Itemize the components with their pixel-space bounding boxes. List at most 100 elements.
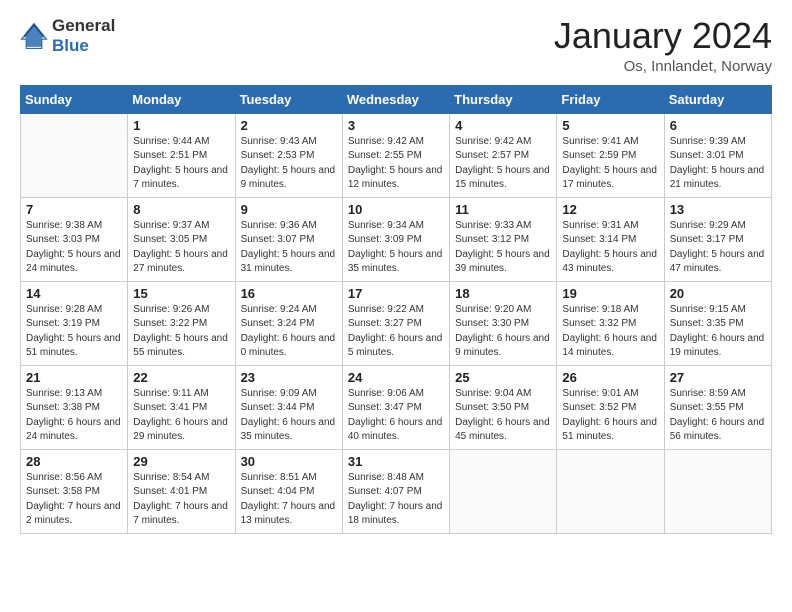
day-number: 21 bbox=[26, 370, 122, 385]
calendar-row-4: 21 Sunrise: 9:13 AMSunset: 3:38 PMDayligh… bbox=[21, 365, 772, 449]
logo-icon bbox=[20, 22, 48, 50]
day-number: 29 bbox=[133, 454, 229, 469]
cell-content: Sunrise: 9:11 AMSunset: 3:41 PMDaylight:… bbox=[133, 387, 229, 445]
cell-content: Sunrise: 8:54 AMSunset: 4:01 PMDaylight:… bbox=[133, 471, 229, 529]
calendar-cell: 3 Sunrise: 9:42 AMSunset: 2:55 PMDaylight… bbox=[342, 113, 449, 197]
cell-content: Sunrise: 9:06 AMSunset: 3:47 PMDaylight:… bbox=[348, 387, 444, 445]
cell-content: Sunrise: 9:44 AMSunset: 2:51 PMDaylight:… bbox=[133, 135, 229, 193]
cell-content: Sunrise: 9:37 AMSunset: 3:05 PMDaylight:… bbox=[133, 219, 229, 277]
calendar-row-3: 14 Sunrise: 9:28 AMSunset: 3:19 PMDayligh… bbox=[21, 281, 772, 365]
weekday-header-tuesday: Tuesday bbox=[235, 85, 342, 113]
cell-content: Sunrise: 9:13 AMSunset: 3:38 PMDaylight:… bbox=[26, 387, 122, 445]
calendar-cell: 23Sunrise: 9:09 AMSunset: 3:44 PMDayligh… bbox=[235, 365, 342, 449]
calendar-cell: 17Sunrise: 9:22 AMSunset: 3:27 PMDayligh… bbox=[342, 281, 449, 365]
cell-content: Sunrise: 9:31 AMSunset: 3:14 PMDaylight:… bbox=[562, 219, 658, 277]
day-number: 25 bbox=[455, 370, 551, 385]
calendar-cell: 31 Sunrise: 8:48 AMSunset: 4:07 PMDayligh… bbox=[342, 449, 449, 533]
calendar-cell: 22 Sunrise: 9:11 AMSunset: 3:41 PMDayligh… bbox=[128, 365, 235, 449]
logo-blue: Blue bbox=[52, 36, 115, 56]
weekday-header-saturday: Saturday bbox=[664, 85, 771, 113]
day-number: 15 bbox=[133, 286, 229, 301]
calendar-cell: 21 Sunrise: 9:13 AMSunset: 3:38 PMDayligh… bbox=[21, 365, 128, 449]
logo-general: General bbox=[52, 16, 115, 36]
day-number: 18 bbox=[455, 286, 551, 301]
calendar-cell: 12 Sunrise: 9:31 AMSunset: 3:14 PMDayligh… bbox=[557, 197, 664, 281]
calendar-title: January 2024 bbox=[554, 16, 772, 56]
day-number: 13 bbox=[670, 202, 766, 217]
calendar-cell bbox=[664, 449, 771, 533]
day-number: 19 bbox=[562, 286, 658, 301]
cell-content: Sunrise: 8:56 AMSunset: 3:58 PMDaylight:… bbox=[26, 471, 122, 529]
cell-content: Sunrise: 9:39 AMSunset: 3:01 PMDaylight:… bbox=[670, 135, 766, 193]
cell-content: Sunrise: 9:18 AMSunset: 3:32 PMDaylight:… bbox=[562, 303, 658, 361]
page: General Blue January 2024 Os, Innlandet,… bbox=[0, 0, 792, 612]
day-number: 31 bbox=[348, 454, 444, 469]
calendar-cell: 25 Sunrise: 9:04 AMSunset: 3:50 PMDayligh… bbox=[450, 365, 557, 449]
cell-content: Sunrise: 9:43 AMSunset: 2:53 PMDaylight:… bbox=[241, 135, 337, 193]
day-number: 3 bbox=[348, 118, 444, 133]
calendar-cell: 26 Sunrise: 9:01 AMSunset: 3:52 PMDayligh… bbox=[557, 365, 664, 449]
calendar-cell bbox=[450, 449, 557, 533]
day-number: 11 bbox=[455, 202, 551, 217]
calendar-cell: 7Sunrise: 9:38 AMSunset: 3:03 PMDaylight… bbox=[21, 197, 128, 281]
cell-content: Sunrise: 9:34 AMSunset: 3:09 PMDaylight:… bbox=[348, 219, 444, 277]
day-number: 8 bbox=[133, 202, 229, 217]
title-block: January 2024 Os, Innlandet, Norway bbox=[554, 16, 772, 75]
weekday-header-row: SundayMondayTuesdayWednesdayThursdayFrid… bbox=[21, 85, 772, 113]
calendar-row-5: 28 Sunrise: 8:56 AMSunset: 3:58 PMDayligh… bbox=[21, 449, 772, 533]
calendar-cell: 27Sunrise: 8:59 AMSunset: 3:55 PMDayligh… bbox=[664, 365, 771, 449]
calendar-cell: 1 Sunrise: 9:44 AMSunset: 2:51 PMDaylight… bbox=[128, 113, 235, 197]
day-number: 5 bbox=[562, 118, 658, 133]
cell-content: Sunrise: 9:01 AMSunset: 3:52 PMDaylight:… bbox=[562, 387, 658, 445]
day-number: 26 bbox=[562, 370, 658, 385]
weekday-header-wednesday: Wednesday bbox=[342, 85, 449, 113]
cell-content: Sunrise: 9:04 AMSunset: 3:50 PMDaylight:… bbox=[455, 387, 551, 445]
calendar-cell: 2Sunrise: 9:43 AMSunset: 2:53 PMDaylight… bbox=[235, 113, 342, 197]
cell-content: Sunrise: 9:33 AMSunset: 3:12 PMDaylight:… bbox=[455, 219, 551, 277]
calendar-cell: 29 Sunrise: 8:54 AMSunset: 4:01 PMDayligh… bbox=[128, 449, 235, 533]
day-number: 10 bbox=[348, 202, 444, 217]
weekday-header-monday: Monday bbox=[128, 85, 235, 113]
cell-content: Sunrise: 9:26 AMSunset: 3:22 PMDaylight:… bbox=[133, 303, 229, 361]
calendar-cell bbox=[21, 113, 128, 197]
day-number: 20 bbox=[670, 286, 766, 301]
calendar-location: Os, Innlandet, Norway bbox=[554, 58, 772, 75]
day-number: 14 bbox=[26, 286, 122, 301]
calendar-row-1: 1 Sunrise: 9:44 AMSunset: 2:51 PMDaylight… bbox=[21, 113, 772, 197]
calendar-cell: 6Sunrise: 9:39 AMSunset: 3:01 PMDaylight… bbox=[664, 113, 771, 197]
day-number: 16 bbox=[241, 286, 337, 301]
weekday-header-thursday: Thursday bbox=[450, 85, 557, 113]
cell-content: Sunrise: 9:09 AMSunset: 3:44 PMDaylight:… bbox=[241, 387, 337, 445]
cell-content: Sunrise: 9:36 AMSunset: 3:07 PMDaylight:… bbox=[241, 219, 337, 277]
cell-content: Sunrise: 9:15 AMSunset: 3:35 PMDaylight:… bbox=[670, 303, 766, 361]
cell-content: Sunrise: 9:42 AMSunset: 2:55 PMDaylight:… bbox=[348, 135, 444, 193]
day-number: 7 bbox=[26, 202, 122, 217]
cell-content: Sunrise: 9:42 AMSunset: 2:57 PMDaylight:… bbox=[455, 135, 551, 193]
day-number: 28 bbox=[26, 454, 122, 469]
day-number: 22 bbox=[133, 370, 229, 385]
calendar-cell: 15 Sunrise: 9:26 AMSunset: 3:22 PMDayligh… bbox=[128, 281, 235, 365]
calendar-cell: 9 Sunrise: 9:36 AMSunset: 3:07 PMDaylight… bbox=[235, 197, 342, 281]
day-number: 12 bbox=[562, 202, 658, 217]
day-number: 1 bbox=[133, 118, 229, 133]
calendar-cell: 11 Sunrise: 9:33 AMSunset: 3:12 PMDayligh… bbox=[450, 197, 557, 281]
day-number: 24 bbox=[348, 370, 444, 385]
day-number: 30 bbox=[241, 454, 337, 469]
calendar-cell: 13 Sunrise: 9:29 AMSunset: 3:17 PMDayligh… bbox=[664, 197, 771, 281]
cell-content: Sunrise: 8:59 AMSunset: 3:55 PMDaylight:… bbox=[670, 387, 766, 445]
day-number: 4 bbox=[455, 118, 551, 133]
cell-content: Sunrise: 9:29 AMSunset: 3:17 PMDaylight:… bbox=[670, 219, 766, 277]
header: General Blue January 2024 Os, Innlandet,… bbox=[20, 16, 772, 75]
cell-content: Sunrise: 9:28 AMSunset: 3:19 PMDaylight:… bbox=[26, 303, 122, 361]
calendar-cell: 4 Sunrise: 9:42 AMSunset: 2:57 PMDaylight… bbox=[450, 113, 557, 197]
calendar-cell: 16 Sunrise: 9:24 AMSunset: 3:24 PMDayligh… bbox=[235, 281, 342, 365]
calendar-table: SundayMondayTuesdayWednesdayThursdayFrid… bbox=[20, 85, 772, 534]
calendar-cell: 10 Sunrise: 9:34 AMSunset: 3:09 PMDayligh… bbox=[342, 197, 449, 281]
cell-content: Sunrise: 8:51 AMSunset: 4:04 PMDaylight:… bbox=[241, 471, 337, 529]
cell-content: Sunrise: 8:48 AMSunset: 4:07 PMDaylight:… bbox=[348, 471, 444, 529]
calendar-cell: 8 Sunrise: 9:37 AMSunset: 3:05 PMDaylight… bbox=[128, 197, 235, 281]
cell-content: Sunrise: 9:24 AMSunset: 3:24 PMDaylight:… bbox=[241, 303, 337, 361]
day-number: 9 bbox=[241, 202, 337, 217]
calendar-cell bbox=[557, 449, 664, 533]
cell-content: Sunrise: 9:22 AMSunset: 3:27 PMDaylight:… bbox=[348, 303, 444, 361]
